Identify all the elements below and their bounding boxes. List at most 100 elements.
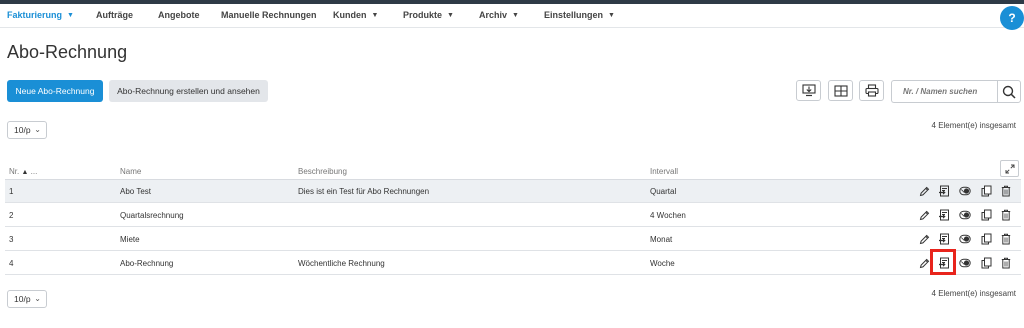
cell-interval: 4 Wochen [650, 211, 686, 220]
table-row[interactable]: 2 Quartalsrechnung 4 Wochen [5, 204, 1021, 227]
chevron-down-icon: ▼ [447, 12, 454, 19]
copy-icon [981, 209, 992, 221]
toggle-button[interactable] [958, 208, 972, 222]
nav-item-kunden[interactable]: Kunden ▼ [333, 10, 378, 20]
toggle-button[interactable] [958, 232, 972, 246]
columns-button[interactable] [828, 80, 853, 101]
per-page-value: 10/p [14, 125, 31, 135]
nav-item-auftraege[interactable]: Aufträge [96, 10, 133, 20]
cell-name: Miete [120, 235, 140, 244]
toggle-icon [959, 210, 971, 220]
edit-icon [919, 186, 930, 197]
column-header-nr[interactable]: Nr. ▲ ... [9, 167, 37, 176]
delete-button[interactable] [999, 232, 1013, 246]
toggle-button[interactable] [958, 184, 972, 198]
generate-invoice-button[interactable] [937, 232, 951, 246]
chevron-down-icon: ▼ [67, 12, 74, 19]
main-nav: Fakturierung ▼ Aufträge Angebote Manuelle… [0, 4, 1024, 28]
search-button[interactable] [997, 80, 1021, 103]
page-title: Abo-Rechnung [7, 42, 128, 62]
nav-item-manuelle-rechnungen[interactable]: Manuelle Rechnungen [221, 10, 317, 20]
print-button[interactable] [859, 80, 884, 101]
nav-item-archiv[interactable]: Archiv ▼ [479, 10, 519, 20]
delete-icon [1001, 233, 1011, 245]
column-header-interval[interactable]: Intervall [650, 167, 678, 176]
export-button[interactable] [796, 80, 821, 101]
toggle-icon [959, 258, 971, 268]
column-extra: ... [30, 167, 38, 176]
per-page-select[interactable]: 10/p ⌄ [7, 121, 47, 139]
columns-icon [833, 84, 848, 97]
copy-button[interactable] [979, 184, 993, 198]
generate-invoice-icon [938, 185, 951, 197]
nav-item-einstellungen[interactable]: Einstellungen ▼ [544, 10, 615, 20]
copy-button[interactable] [979, 208, 993, 222]
toggle-icon [959, 234, 971, 244]
nav-label: Kunden [333, 10, 367, 20]
sort-up-icon: ▲ [21, 169, 29, 176]
nav-label: Fakturierung [7, 10, 63, 20]
toggle-button[interactable] [958, 256, 972, 270]
edit-button[interactable] [917, 256, 931, 270]
cell-description: Wöchentliche Rechnung [298, 259, 385, 268]
nav-label: Produkte [403, 10, 443, 20]
chevron-down-icon: ▼ [608, 12, 615, 19]
delete-button[interactable] [999, 256, 1013, 270]
cell-interval: Woche [650, 259, 675, 268]
edit-icon [919, 258, 930, 269]
cell-interval: Monat [650, 235, 673, 244]
search-input[interactable] [891, 80, 997, 103]
new-subscription-invoice-button[interactable]: Neue Abo-Rechnung [7, 80, 103, 102]
generate-invoice-icon [938, 233, 951, 245]
generate-invoice-icon [938, 209, 951, 221]
chevron-down-icon: ▼ [512, 12, 519, 19]
toggle-icon [959, 186, 971, 196]
cell-name: Abo-Rechnung [120, 259, 174, 268]
copy-button[interactable] [979, 256, 993, 270]
table-row[interactable]: 1 Abo Test Dies ist ein Test für Abo Rechn… [5, 180, 1021, 203]
delete-icon [1001, 185, 1011, 197]
edit-icon [919, 234, 930, 245]
cell-nr: 2 [9, 211, 14, 220]
copy-icon [981, 185, 992, 197]
cell-nr: 4 [9, 259, 14, 268]
create-and-view-button[interactable]: Abo-Rechnung erstellen und ansehen [109, 80, 268, 102]
item-count: 4 Element(e) insgesamt [931, 121, 1016, 130]
column-header-name[interactable]: Name [120, 167, 141, 176]
cell-nr: 3 [9, 235, 14, 244]
nav-label: Archiv [479, 10, 508, 20]
download-icon [801, 84, 816, 97]
generate-invoice-button[interactable] [937, 208, 951, 222]
column-header-description[interactable]: Beschreibung [298, 167, 347, 176]
delete-button[interactable] [999, 208, 1013, 222]
delete-button[interactable] [999, 184, 1013, 198]
edit-button[interactable] [917, 208, 931, 222]
cell-interval: Quartal [650, 187, 677, 196]
generate-invoice-button[interactable] [937, 184, 951, 198]
nav-item-fakturierung[interactable]: Fakturierung ▼ [7, 10, 74, 20]
copy-icon [981, 233, 992, 245]
nav-item-angebote[interactable]: Angebote [158, 10, 200, 20]
nav-label: Manuelle Rechnungen [221, 10, 317, 20]
print-icon [864, 84, 879, 97]
table-row[interactable]: 4 Abo-Rechnung Wöchentliche Rechnung Woche [5, 252, 1021, 275]
help-button[interactable]: ? [1000, 6, 1024, 30]
per-page-value: 10/p [14, 294, 31, 304]
edit-icon [919, 210, 930, 221]
cell-name: Abo Test [120, 187, 151, 196]
chevron-down-icon: ⌄ [34, 125, 41, 134]
expand-table-button[interactable] [1000, 160, 1019, 177]
cell-nr: 1 [9, 187, 14, 196]
expand-icon [1005, 164, 1014, 173]
nav-item-produkte[interactable]: Produkte ▼ [403, 10, 454, 20]
edit-button[interactable] [917, 232, 931, 246]
cell-description: Dies ist ein Test für Abo Rechnungen [298, 187, 430, 196]
table-row[interactable]: 3 Miete Monat [5, 228, 1021, 251]
per-page-select-bottom[interactable]: 10/p ⌄ [7, 290, 47, 308]
nav-label: Angebote [158, 10, 200, 20]
copy-button[interactable] [979, 232, 993, 246]
edit-button[interactable] [917, 184, 931, 198]
highlight-annotation [930, 249, 956, 275]
copy-icon [981, 257, 992, 269]
column-label: Nr. [9, 167, 20, 176]
